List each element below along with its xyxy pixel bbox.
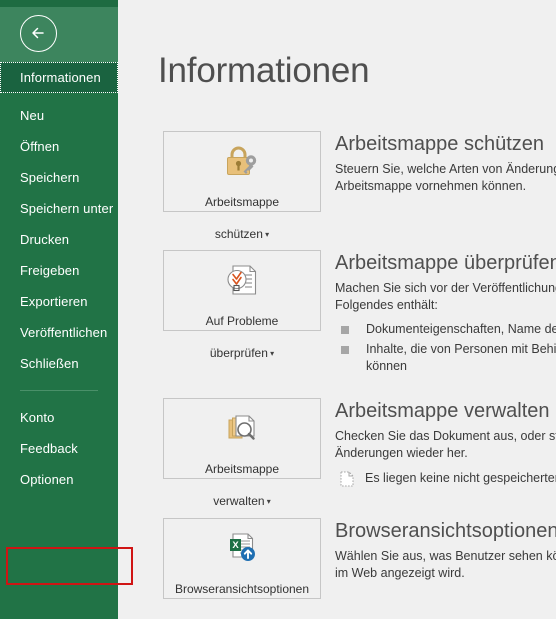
manage-versions-icon	[164, 411, 320, 445]
chevron-down-icon: ▾	[267, 349, 275, 358]
unsaved-document-icon	[340, 471, 354, 492]
chevron-down-icon: ▾	[262, 230, 270, 239]
sidebar-item-speichern-unter[interactable]: Speichern unter	[0, 193, 118, 224]
sidebar-divider	[20, 390, 98, 391]
sidebar-item-label: Exportieren	[20, 294, 88, 309]
sidebar-item-speichern[interactable]: Speichern	[0, 162, 118, 193]
backstage-content: Informationen Arbeitsmappe schützen ▾ Ar…	[118, 0, 556, 619]
sidebar-item-label: Neu	[20, 108, 45, 123]
backstage-view: Informationen Neu Öffnen Speichern Speic…	[0, 0, 556, 619]
label-line-2: schützen	[214, 227, 263, 241]
sidebar-item-freigeben[interactable]: Freigeben	[0, 255, 118, 286]
body-line: Arbeitsmappe vornehmen können.	[335, 179, 527, 193]
sidebar-item-label: Optionen	[20, 472, 74, 487]
sidebar-item-drucken[interactable]: Drucken	[0, 224, 118, 255]
section-body: Machen Sie sich vor der Veröffentlichung…	[335, 280, 556, 314]
inspect-bullet-list: Dokumenteigenschaften, Name des A Inhalt…	[335, 321, 556, 375]
sidebar-item-label: Feedback	[20, 441, 78, 456]
sidebar-item-optionen[interactable]: Optionen	[0, 464, 118, 495]
sidebar-item-feedback[interactable]: Feedback	[0, 433, 118, 464]
label-line-1: Browseransichtsoptionen	[174, 582, 310, 596]
sidebar-item-label: Speichern	[20, 170, 80, 185]
body-line: Machen Sie sich vor der Veröffentlichung	[335, 281, 556, 295]
inspect-workbook-label: Auf Probleme überprüfen ▾	[164, 297, 320, 363]
bullet-square-icon	[341, 326, 349, 334]
sidebar-nav: Informationen Neu Öffnen Speichern Speic…	[0, 62, 118, 495]
protect-workbook-text: Arbeitsmappe schützen Steuern Sie, welch…	[335, 132, 556, 195]
section-heading: Arbeitsmappe überprüfen	[335, 252, 556, 274]
inspect-workbook-button[interactable]: Auf Probleme überprüfen ▾	[163, 250, 321, 360]
inspect-workbook-text: Arbeitsmappe überprüfen Machen Sie sich …	[335, 251, 556, 378]
sidebar-item-veroeffentlichen[interactable]: Veröffentlichen	[0, 317, 118, 348]
backstage-sidebar: Informationen Neu Öffnen Speichern Speic…	[0, 0, 118, 619]
inspect-document-icon	[164, 263, 320, 297]
label-line-1: Auf Probleme	[205, 314, 279, 328]
sidebar-back-band	[0, 7, 118, 62]
section-heading: Arbeitsmappe verwalten	[335, 400, 550, 422]
section-body: Checken Sie das Dokument aus, oder stell…	[335, 428, 556, 462]
sidebar-item-label: Konto	[20, 410, 55, 425]
sidebar-item-label: Drucken	[20, 232, 70, 247]
body-line: Folgendes enthält:	[335, 298, 438, 312]
body-line: Änderungen wieder her.	[335, 446, 468, 460]
manage-workbook-label: Arbeitsmappe verwalten ▾	[164, 445, 320, 511]
browser-view-options-button[interactable]: X Browseransichtsoptionen	[163, 518, 321, 599]
section-heading: Arbeitsmappe schützen	[335, 133, 545, 155]
label-line-2: verwalten	[213, 494, 265, 508]
list-item: Dokumenteigenschaften, Name des A	[335, 321, 556, 338]
protect-workbook-label: Arbeitsmappe schützen ▾	[164, 178, 320, 244]
sidebar-item-label: Freigeben	[20, 263, 80, 278]
sidebar-item-label: Veröffentlichen	[20, 325, 108, 340]
sidebar-item-neu[interactable]: Neu	[0, 100, 118, 131]
manage-workbook-button[interactable]: Arbeitsmappe verwalten ▾	[163, 398, 321, 508]
browser-view-options-label: Browseransichtsoptionen	[164, 565, 320, 597]
sidebar-top-strip	[0, 0, 118, 7]
sidebar-item-informationen[interactable]: Informationen	[0, 62, 118, 93]
back-button[interactable]	[20, 15, 57, 52]
page-title: Informationen	[158, 51, 370, 90]
sidebar-item-oeffnen[interactable]: Öffnen	[0, 131, 118, 162]
sidebar-item-exportieren[interactable]: Exportieren	[0, 286, 118, 317]
sidebar-item-konto[interactable]: Konto	[0, 402, 118, 433]
bullet-text: Dokumenteigenschaften, Name des A	[366, 322, 556, 336]
unsaved-changes-note: Es liegen keine nicht gespeicherten Ä	[335, 470, 556, 492]
sidebar-item-label: Öffnen	[20, 139, 60, 154]
manage-workbook-text: Arbeitsmappe verwalten Checken Sie das D…	[335, 399, 556, 492]
bullet-text: Inhalte, die von Personen mit Behind kön…	[366, 342, 556, 373]
body-line: Steuern Sie, welche Arten von Änderunge	[335, 162, 556, 176]
lock-key-icon	[164, 144, 320, 178]
list-item: Inhalte, die von Personen mit Behind kön…	[335, 341, 556, 375]
browser-view-options-text: Browseransichtsoptionen Wählen Sie aus, …	[335, 519, 556, 582]
label-line-1: Arbeitsmappe	[204, 195, 280, 209]
sidebar-item-label: Schließen	[20, 356, 79, 371]
chevron-down-icon: ▾	[264, 497, 271, 506]
body-line: im Web angezeigt wird.	[335, 566, 465, 580]
label-line-2: überprüfen	[209, 346, 268, 360]
note-text: Es liegen keine nicht gespeicherten Ä	[365, 471, 556, 485]
body-line: Checken Sie das Dokument aus, oder stell	[335, 429, 556, 443]
svg-text:X: X	[232, 540, 239, 551]
section-body: Wählen Sie aus, was Benutzer sehen könn …	[335, 548, 556, 582]
browser-view-icon: X	[164, 531, 320, 565]
protect-workbook-button[interactable]: Arbeitsmappe schützen ▾	[163, 131, 321, 241]
sidebar-item-label: Speichern unter	[20, 201, 114, 216]
label-line-1: Arbeitsmappe	[204, 462, 280, 476]
section-heading: Browseransichtsoptionen	[335, 520, 556, 542]
body-line: Wählen Sie aus, was Benutzer sehen könn	[335, 549, 556, 563]
sidebar-item-schliessen[interactable]: Schließen	[0, 348, 118, 379]
sidebar-item-label: Informationen	[20, 70, 101, 85]
section-body: Steuern Sie, welche Arten von Änderunge …	[335, 161, 556, 195]
bullet-square-icon	[341, 346, 349, 354]
